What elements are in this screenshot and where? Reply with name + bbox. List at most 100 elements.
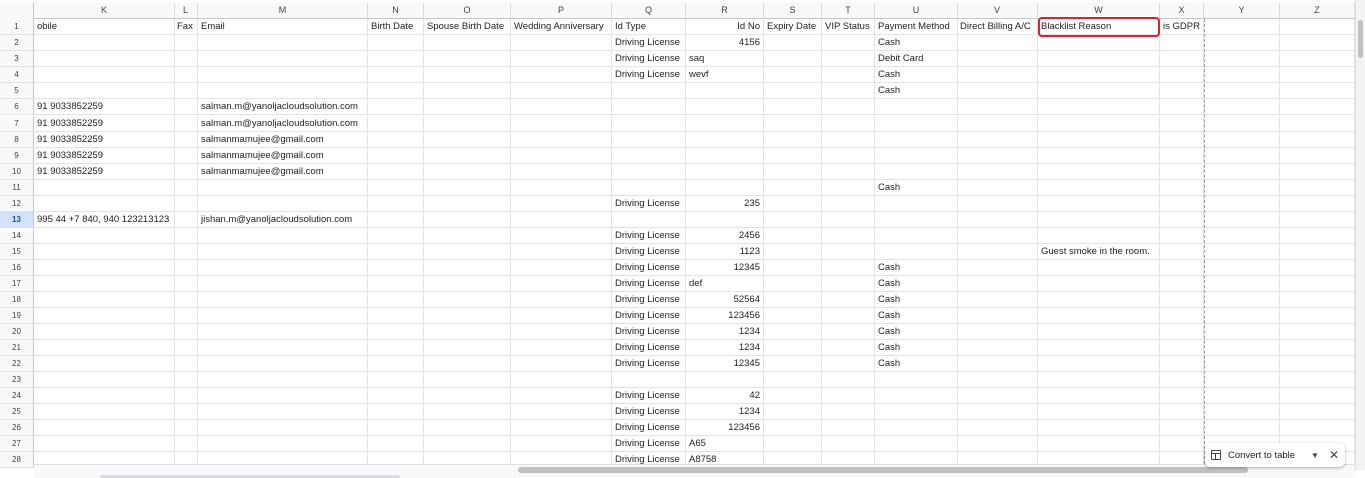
- cell-v1[interactable]: Direct Billing A/C: [957, 19, 1038, 35]
- cell-m15[interactable]: [198, 244, 368, 260]
- cell-v22[interactable]: [957, 356, 1038, 372]
- cell-r8[interactable]: [686, 132, 764, 148]
- cell-z9[interactable]: [1280, 148, 1355, 164]
- cell-x7[interactable]: [1160, 116, 1204, 132]
- cell-v25[interactable]: [957, 404, 1038, 420]
- cell-z5[interactable]: [1280, 83, 1355, 99]
- cell-q17[interactable]: Driving License: [612, 276, 686, 292]
- close-icon[interactable]: ✕: [1329, 448, 1339, 462]
- cell-x17[interactable]: [1160, 276, 1204, 292]
- cell-y26[interactable]: [1204, 420, 1280, 436]
- cell-u14[interactable]: [875, 228, 958, 244]
- cell-v13[interactable]: [957, 212, 1038, 228]
- cell-o15[interactable]: [424, 244, 511, 260]
- cell-n12[interactable]: [368, 196, 424, 212]
- cell-y22[interactable]: [1204, 356, 1280, 372]
- cell-y14[interactable]: [1204, 228, 1280, 244]
- cell-r7[interactable]: [686, 116, 764, 132]
- cell-s1[interactable]: Expiry Date: [764, 19, 822, 35]
- cell-x24[interactable]: [1160, 388, 1204, 404]
- cell-x6[interactable]: [1160, 99, 1204, 115]
- cell-m4[interactable]: [198, 67, 368, 83]
- cell-r6[interactable]: [686, 99, 764, 115]
- cell-w14[interactable]: [1038, 228, 1160, 244]
- cell-u21[interactable]: Cash: [875, 340, 958, 356]
- cell-m3[interactable]: [198, 51, 368, 67]
- cell-z21[interactable]: [1280, 340, 1355, 356]
- cell-v5[interactable]: [957, 83, 1038, 99]
- cell-k26[interactable]: [34, 420, 175, 436]
- cell-s6[interactable]: [764, 99, 822, 115]
- cell-w3[interactable]: [1038, 51, 1160, 67]
- cell-q20[interactable]: Driving License: [612, 324, 686, 340]
- cell-t9[interactable]: [822, 148, 875, 164]
- cell-y10[interactable]: [1204, 164, 1280, 180]
- cell-q27[interactable]: Driving License: [612, 436, 686, 452]
- column-header-o[interactable]: O: [424, 3, 511, 19]
- cell-o5[interactable]: [424, 83, 511, 99]
- cell-w9[interactable]: [1038, 148, 1160, 164]
- cell-l13[interactable]: [174, 212, 198, 228]
- cell-x5[interactable]: [1160, 83, 1204, 99]
- row-number[interactable]: 17: [0, 276, 34, 292]
- cell-r21[interactable]: 1234: [686, 340, 764, 356]
- cell-x12[interactable]: [1160, 196, 1204, 212]
- cell-k11[interactable]: [34, 180, 175, 196]
- cell-n26[interactable]: [368, 420, 424, 436]
- cell-z6[interactable]: [1280, 99, 1355, 115]
- cell-k13[interactable]: 995 44 +7 840, 940 123213123: [34, 212, 175, 228]
- cell-v19[interactable]: [957, 308, 1038, 324]
- cell-m13[interactable]: jishan.m@yanoljacloudsolution.com: [198, 212, 368, 228]
- column-header-m[interactable]: M: [198, 3, 368, 19]
- cell-w19[interactable]: [1038, 308, 1160, 324]
- cell-k20[interactable]: [34, 324, 175, 340]
- cell-p2[interactable]: [511, 35, 612, 51]
- cell-m12[interactable]: [198, 196, 368, 212]
- cell-l23[interactable]: [174, 372, 198, 388]
- cell-o17[interactable]: [424, 276, 511, 292]
- cell-l6[interactable]: [174, 99, 198, 115]
- cell-w21[interactable]: [1038, 340, 1160, 356]
- cell-v9[interactable]: [957, 148, 1038, 164]
- cell-z11[interactable]: [1280, 180, 1355, 196]
- cell-q19[interactable]: Driving License: [612, 308, 686, 324]
- cell-y3[interactable]: [1204, 51, 1280, 67]
- cell-m19[interactable]: [198, 308, 368, 324]
- cell-y24[interactable]: [1204, 388, 1280, 404]
- row-number[interactable]: 25: [0, 404, 34, 420]
- row-number[interactable]: 2: [0, 35, 34, 51]
- cell-y6[interactable]: [1204, 99, 1280, 115]
- cell-m27[interactable]: [198, 436, 368, 452]
- cell-m18[interactable]: [198, 292, 368, 308]
- cell-o24[interactable]: [424, 388, 511, 404]
- cell-n4[interactable]: [368, 67, 424, 83]
- cell-v15[interactable]: [957, 244, 1038, 260]
- cell-k16[interactable]: [34, 260, 175, 276]
- cell-m14[interactable]: [198, 228, 368, 244]
- cell-s22[interactable]: [764, 356, 822, 372]
- row-number[interactable]: 21: [0, 340, 34, 356]
- cell-r24[interactable]: 42: [686, 388, 764, 404]
- cell-t16[interactable]: [822, 260, 875, 276]
- cell-l26[interactable]: [174, 420, 198, 436]
- cell-m9[interactable]: salmanmamujee@gmail.com: [198, 148, 368, 164]
- caret-down-icon[interactable]: ▼: [1311, 451, 1319, 460]
- cell-x11[interactable]: [1160, 180, 1204, 196]
- cell-n24[interactable]: [368, 388, 424, 404]
- cell-l20[interactable]: [174, 324, 198, 340]
- cell-k9[interactable]: 91 9033852259: [34, 148, 175, 164]
- cell-q13[interactable]: [612, 212, 686, 228]
- cell-t20[interactable]: [822, 324, 875, 340]
- cell-u20[interactable]: Cash: [875, 324, 958, 340]
- cell-n10[interactable]: [368, 164, 424, 180]
- cell-m25[interactable]: [198, 404, 368, 420]
- cell-r18[interactable]: 52564: [686, 292, 764, 308]
- cell-o2[interactable]: [424, 35, 511, 51]
- cell-s20[interactable]: [764, 324, 822, 340]
- cell-u13[interactable]: [875, 212, 958, 228]
- cell-s24[interactable]: [764, 388, 822, 404]
- cell-m16[interactable]: [198, 260, 368, 276]
- row-number[interactable]: 11: [0, 180, 34, 196]
- vertical-scroll-thumb[interactable]: [1358, 20, 1363, 58]
- horizontal-scrollbar[interactable]: [34, 464, 1355, 478]
